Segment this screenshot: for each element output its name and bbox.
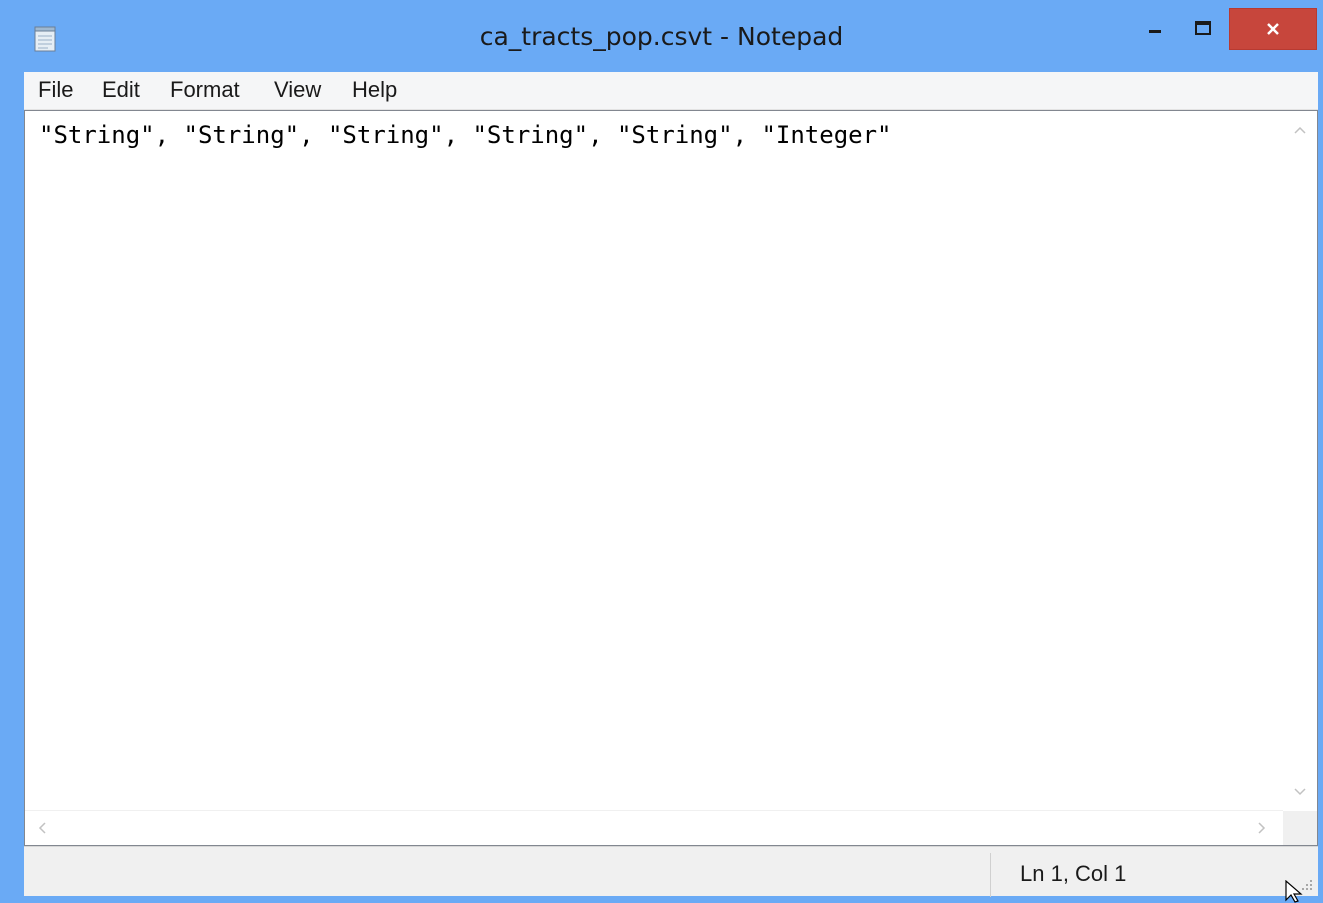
menu-file[interactable]: File	[34, 77, 77, 103]
vertical-scrollbar[interactable]	[1283, 111, 1317, 811]
title-bar[interactable]: ca_tracts_pop.csvt - Notepad	[0, 0, 1323, 68]
scroll-left-icon[interactable]	[37, 821, 47, 835]
mouse-pointer-icon	[1285, 880, 1303, 903]
minimize-button[interactable]	[1132, 8, 1178, 48]
cursor-position: Ln 1, Col 1	[1020, 861, 1127, 886]
window-title: ca_tracts_pop.csvt - Notepad	[479, 22, 844, 51]
menu-bar: File Edit Format View Help	[24, 72, 1318, 110]
notepad-window: ca_tracts_pop.csvt - Notepad File Edit F…	[0, 0, 1323, 903]
close-icon	[1267, 23, 1279, 35]
scroll-down-icon[interactable]	[1293, 787, 1307, 797]
status-divider	[990, 853, 991, 897]
menu-help[interactable]: Help	[348, 77, 401, 103]
status-bar: Ln 1, Col 1	[24, 846, 1318, 897]
minimize-icon	[1149, 30, 1161, 33]
menu-format[interactable]: Format	[166, 77, 244, 103]
scroll-up-icon[interactable]	[1293, 125, 1307, 135]
scroll-corner	[1283, 811, 1317, 845]
horizontal-scrollbar[interactable]	[25, 810, 1283, 845]
maximize-icon	[1195, 21, 1211, 35]
close-button[interactable]	[1229, 8, 1317, 50]
scroll-right-icon[interactable]	[1257, 821, 1267, 835]
menu-view[interactable]: View	[270, 77, 325, 103]
editor-text[interactable]: "String", "String", "String", "String", …	[39, 121, 892, 149]
menu-edit[interactable]: Edit	[98, 77, 144, 103]
maximize-button[interactable]	[1180, 8, 1226, 48]
text-editor[interactable]: "String", "String", "String", "String", …	[24, 110, 1318, 846]
